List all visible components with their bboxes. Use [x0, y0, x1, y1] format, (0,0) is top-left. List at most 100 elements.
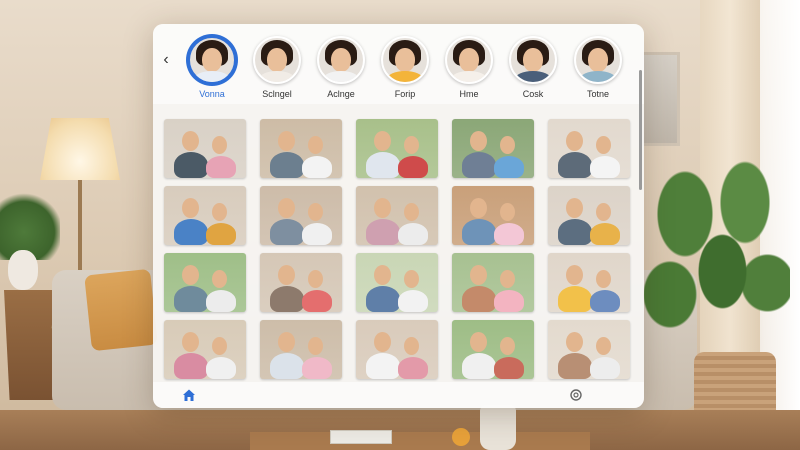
person-head — [500, 136, 515, 154]
photo-thumbnail[interactable] — [548, 253, 630, 312]
home-button[interactable] — [181, 387, 197, 403]
person-body — [302, 290, 332, 312]
avatar — [188, 36, 236, 84]
avatar-face — [588, 48, 608, 72]
person-body — [270, 353, 304, 379]
avatar-shirt — [387, 71, 423, 82]
person-head — [374, 198, 391, 218]
person-head — [308, 136, 323, 154]
photo-thumbnail[interactable] — [452, 320, 534, 379]
person-head — [182, 265, 199, 285]
person-body — [462, 152, 496, 178]
person-body — [494, 290, 524, 312]
person-hme[interactable]: Hme — [441, 36, 497, 99]
person-head — [278, 198, 295, 218]
person-head — [278, 332, 295, 352]
person-head — [470, 131, 487, 151]
person-cosk[interactable]: Cosk — [505, 36, 561, 99]
avatar-shirt — [580, 71, 616, 82]
avatar — [509, 36, 557, 84]
person-totne[interactable]: Totne — [570, 36, 626, 99]
photo-thumbnail[interactable] — [356, 253, 438, 312]
person-body — [398, 290, 428, 312]
person-head — [470, 332, 487, 352]
person-body — [590, 156, 620, 178]
person-sclngel[interactable]: Sclngel — [249, 36, 305, 99]
photo-thumbnail[interactable] — [548, 320, 630, 379]
person-body — [270, 219, 304, 245]
person-body — [398, 156, 428, 178]
photo-thumbnail[interactable] — [164, 253, 246, 312]
person-body — [302, 357, 332, 379]
person-head — [182, 332, 199, 352]
back-button[interactable]: ‹ — [159, 51, 173, 69]
photo-thumbnail[interactable] — [356, 320, 438, 379]
settings-icon — [570, 389, 582, 401]
person-body — [590, 223, 620, 245]
person-body — [302, 156, 332, 178]
person-forip[interactable]: Forip — [377, 36, 433, 99]
avatar-face — [523, 48, 543, 72]
book — [330, 430, 392, 444]
person-body — [270, 152, 304, 178]
photo-thumbnail[interactable] — [164, 320, 246, 379]
person-head — [308, 337, 323, 355]
person-head — [596, 136, 611, 154]
person-head — [470, 265, 487, 285]
person-name: Totne — [586, 89, 610, 99]
person-name: Sclngel — [262, 89, 292, 99]
photo-thumbnail[interactable] — [356, 119, 438, 178]
photo-thumbnail[interactable] — [260, 119, 342, 178]
settings-button[interactable] — [568, 387, 584, 403]
person-body — [398, 357, 428, 379]
person-body — [174, 353, 208, 379]
person-body — [174, 152, 208, 178]
avatar-shirt — [194, 71, 230, 82]
person-body — [366, 152, 400, 178]
person-head — [404, 203, 419, 221]
photo-thumbnail[interactable] — [356, 186, 438, 245]
person-head — [596, 337, 611, 355]
person-body — [366, 286, 400, 312]
photo-thumbnail[interactable] — [164, 186, 246, 245]
person-body — [462, 286, 496, 312]
person-head — [596, 270, 611, 288]
photo-thumbnail[interactable] — [548, 119, 630, 178]
person-body — [558, 353, 592, 379]
avatar — [253, 36, 301, 84]
person-head — [596, 203, 611, 221]
person-head — [566, 265, 583, 285]
person-name: Forip — [394, 89, 416, 99]
photo-thumbnail[interactable] — [452, 119, 534, 178]
person-body — [302, 223, 332, 245]
person-head — [374, 332, 391, 352]
person-body — [174, 286, 208, 312]
person-vonna[interactable]: Vonna — [184, 36, 240, 99]
table-vase — [480, 405, 516, 450]
person-head — [470, 198, 487, 218]
avatar-shirt — [259, 71, 295, 82]
photo-thumbnail[interactable] — [452, 253, 534, 312]
avatar — [574, 36, 622, 84]
person-body — [206, 223, 236, 245]
avatar-shirt — [451, 71, 487, 82]
person-head — [212, 270, 227, 288]
scrollbar-thumb[interactable] — [639, 70, 642, 190]
person-head — [182, 198, 199, 218]
photo-thumbnail[interactable] — [452, 186, 534, 245]
coffee-table — [250, 432, 590, 450]
person-body — [558, 286, 592, 312]
wall-picture-frame — [640, 52, 680, 146]
photo-thumbnail[interactable] — [260, 253, 342, 312]
photo-thumbnail[interactable] — [260, 320, 342, 379]
photo-thumbnail[interactable] — [548, 186, 630, 245]
person-body — [174, 219, 208, 245]
person-body — [494, 223, 524, 245]
photo-thumbnail[interactable] — [164, 119, 246, 178]
person-head — [182, 131, 199, 151]
avatar-face — [459, 48, 479, 72]
person-aclnge[interactable]: Aclnge — [313, 36, 369, 99]
person-body — [494, 156, 524, 178]
photo-thumbnail[interactable] — [260, 186, 342, 245]
person-body — [590, 357, 620, 379]
